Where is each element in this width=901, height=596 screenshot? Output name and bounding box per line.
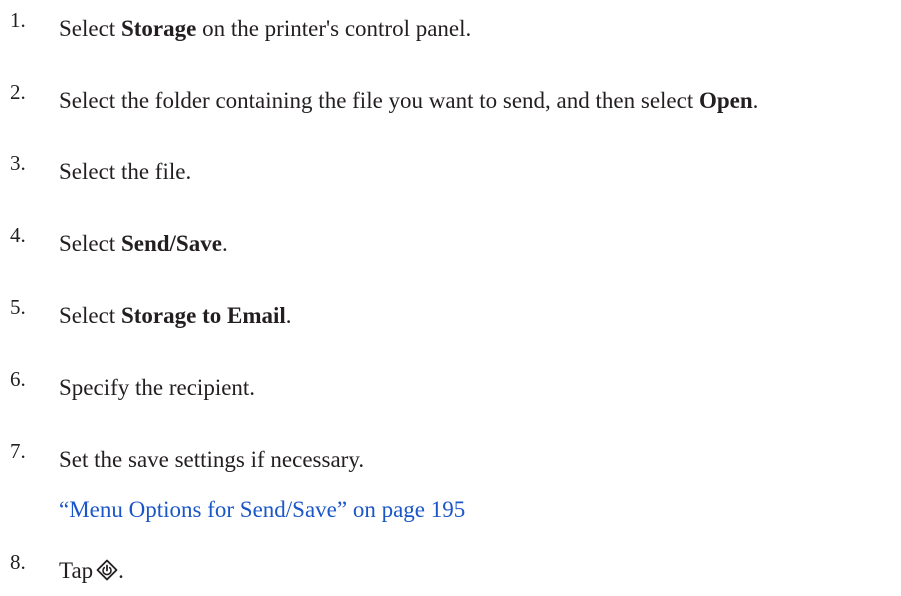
ui-term-send-save: Send/Save: [120, 231, 222, 256]
ui-term-storage: Storage: [120, 16, 197, 41]
step-text: Select Storage to Email.: [59, 303, 292, 328]
step-5: 5. Select Storage to Email.: [10, 295, 901, 335]
step-text: Specify the recipient.: [59, 375, 256, 400]
step-number: 4.: [10, 223, 26, 247]
step-4: 4. Select Send/Save.: [10, 223, 901, 263]
step-7: 7. Set the save settings if necessary. “…: [10, 439, 901, 529]
step-2: 2. Select the folder containing the file…: [10, 80, 901, 120]
step-number: 3.: [10, 151, 26, 175]
start-button-icon: [96, 559, 118, 581]
menu-options-link[interactable]: “Menu Options for Send/Save” on page 195: [59, 495, 465, 525]
step-list: 1. Select Storage on the printer's contr…: [0, 0, 901, 596]
step-1: 1. Select Storage on the printer's contr…: [10, 8, 901, 48]
step-text: Select the file.: [59, 159, 192, 184]
step-number: 2.: [10, 80, 26, 104]
step-text: Select the folder containing the file yo…: [59, 88, 759, 113]
step-text: Select Storage on the printer's control …: [59, 16, 472, 41]
step-text: Select Send/Save.: [59, 231, 228, 256]
step-text: Tap .: [59, 558, 124, 583]
step-number: 5.: [10, 295, 26, 319]
step-number: 6.: [10, 367, 26, 391]
ui-term-storage-to-email: Storage to Email: [120, 303, 286, 328]
step-number: 1.: [10, 8, 26, 32]
step-number: 8.: [10, 550, 26, 574]
step-number: 7.: [10, 439, 26, 463]
step-3: 3. Select the file.: [10, 151, 901, 191]
step-6: 6. Specify the recipient.: [10, 367, 901, 407]
step-8: 8. Tap .: [10, 550, 901, 590]
ui-term-open: Open: [698, 88, 753, 113]
step-text: Set the save settings if necessary.: [59, 447, 365, 472]
